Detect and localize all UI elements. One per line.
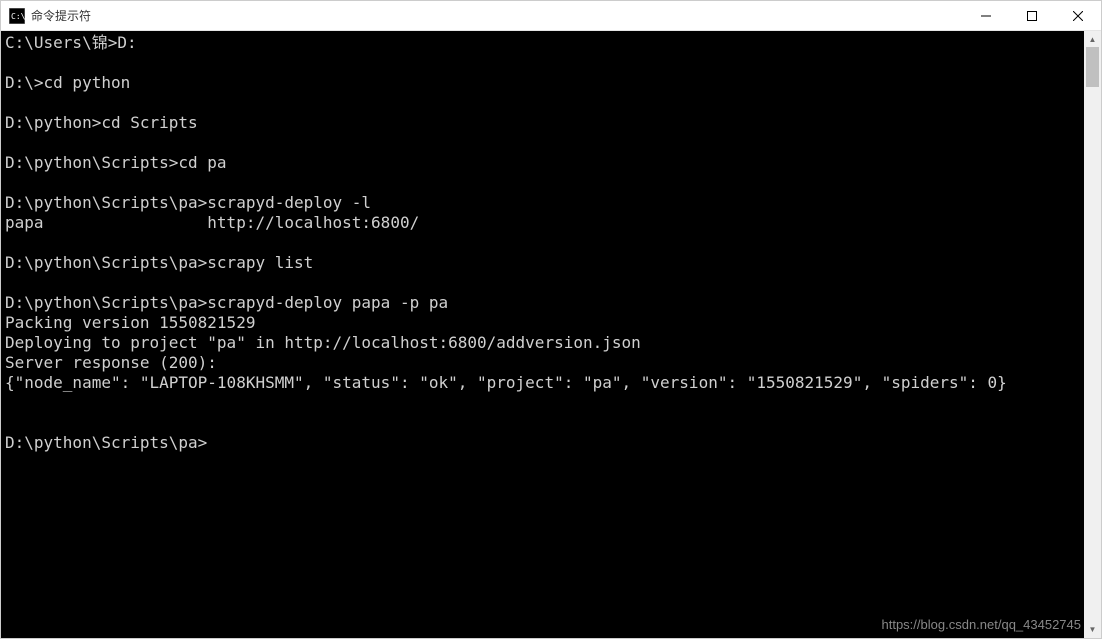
terminal-line bbox=[5, 93, 1080, 113]
terminal-line: D:\python\Scripts\pa> bbox=[5, 433, 1080, 453]
svg-text:C:\: C:\ bbox=[11, 12, 25, 21]
terminal-line: D:\python\Scripts\pa>scrapyd-deploy -l bbox=[5, 193, 1080, 213]
watermark-text: https://blog.csdn.net/qq_43452745 bbox=[882, 617, 1082, 632]
terminal-output[interactable]: C:\Users\锦>D: D:\>cd python D:\python>cd… bbox=[1, 31, 1084, 638]
window-title: 命令提示符 bbox=[31, 7, 963, 24]
terminal-line: C:\Users\锦>D: bbox=[5, 33, 1080, 53]
terminal-line: D:\python\Scripts\pa>scrapy list bbox=[5, 253, 1080, 273]
minimize-button[interactable] bbox=[963, 1, 1009, 30]
terminal-line: {"node_name": "LAPTOP-108KHSMM", "status… bbox=[5, 373, 1080, 393]
scrollbar-thumb[interactable] bbox=[1086, 47, 1099, 87]
terminal-line bbox=[5, 273, 1080, 293]
terminal-line bbox=[5, 233, 1080, 253]
terminal-line bbox=[5, 413, 1080, 433]
terminal-line: D:\python\Scripts\pa>scrapyd-deploy papa… bbox=[5, 293, 1080, 313]
command-prompt-window: C:\ 命令提示符 C:\Users\锦>D: D:\>cd python D:… bbox=[0, 0, 1102, 639]
terminal-line: D:\>cd python bbox=[5, 73, 1080, 93]
terminal-line: Deploying to project "pa" in http://loca… bbox=[5, 333, 1080, 353]
terminal-line: Server response (200): bbox=[5, 353, 1080, 373]
vertical-scrollbar[interactable]: ▲ ▼ bbox=[1084, 31, 1101, 638]
terminal-line: D:\python>cd Scripts bbox=[5, 113, 1080, 133]
terminal-line bbox=[5, 133, 1080, 153]
terminal-line: Packing version 1550821529 bbox=[5, 313, 1080, 333]
maximize-button[interactable] bbox=[1009, 1, 1055, 30]
terminal-line: D:\python\Scripts>cd pa bbox=[5, 153, 1080, 173]
titlebar[interactable]: C:\ 命令提示符 bbox=[1, 1, 1101, 31]
close-button[interactable] bbox=[1055, 1, 1101, 30]
scroll-down-arrow[interactable]: ▼ bbox=[1084, 621, 1101, 638]
titlebar-controls bbox=[963, 1, 1101, 30]
scroll-up-arrow[interactable]: ▲ bbox=[1084, 31, 1101, 48]
terminal-line: papa http://localhost:6800/ bbox=[5, 213, 1080, 233]
terminal-line bbox=[5, 53, 1080, 73]
terminal-wrapper: C:\Users\锦>D: D:\>cd python D:\python>cd… bbox=[1, 31, 1101, 638]
terminal-line bbox=[5, 393, 1080, 413]
terminal-line bbox=[5, 173, 1080, 193]
cmd-icon: C:\ bbox=[9, 8, 25, 24]
